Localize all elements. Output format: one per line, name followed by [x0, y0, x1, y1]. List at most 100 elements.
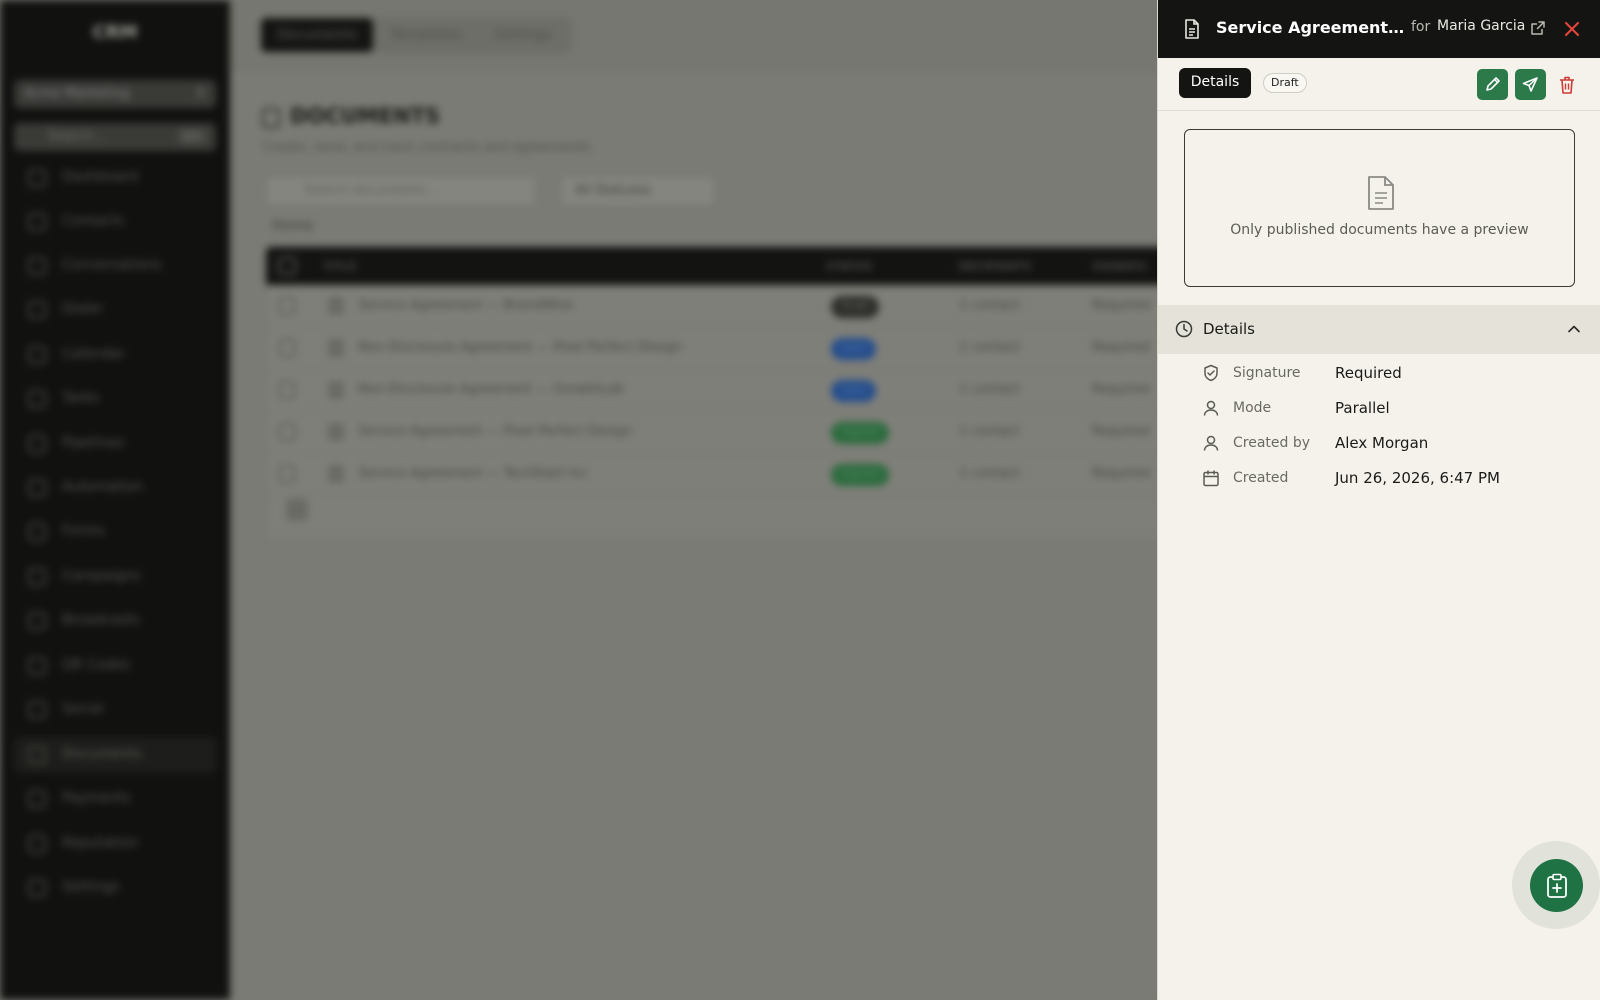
sidebar-item-broadcasts[interactable]: Broadcasts: [14, 603, 216, 639]
share-icon: [28, 701, 46, 719]
column-recipients: RECIPIENTS: [959, 260, 1032, 273]
receipt-icon: [28, 790, 46, 808]
chevron-updown-icon: ⇕: [195, 86, 206, 101]
sidebar-item-settings[interactable]: Settings: [14, 870, 216, 906]
search-shortcut: ⌘K: [177, 129, 206, 144]
sidebar-item-reputation[interactable]: Reputation: [14, 826, 216, 862]
document-icon: [328, 297, 344, 315]
document-icon: [1368, 176, 1394, 210]
mail-icon: [28, 568, 46, 586]
column-signature: SIGNATU: [1092, 260, 1147, 273]
sidebar-item-conversations[interactable]: Conversations: [14, 248, 216, 284]
brand-logo: CRM: [92, 22, 138, 43]
details-section-title: Details: [1203, 320, 1256, 338]
for-label: for: [1411, 19, 1431, 35]
sidebar-item-pipelines[interactable]: Pipelines: [14, 426, 216, 462]
document-icon: [328, 423, 344, 441]
edit-button[interactable]: [1477, 69, 1508, 100]
sidebar-item-automation[interactable]: Automation: [14, 470, 216, 506]
clipboard-fab-button[interactable]: [1530, 859, 1583, 912]
sidebar-item-contacts[interactable]: Contacts: [14, 204, 216, 240]
sidebar-item-dialer[interactable]: Dialer: [14, 292, 216, 328]
detail-label: Mode: [1233, 400, 1272, 416]
row-recipients: 1 contact: [959, 382, 1021, 397]
chevron-up-icon: [1568, 325, 1580, 333]
gear-icon: [28, 879, 46, 897]
close-icon[interactable]: [1561, 18, 1583, 40]
document-icon: [328, 339, 344, 357]
detail-row-created-by: Created by Alex Morgan: [1158, 428, 1600, 458]
sidebar-item-qr-codes[interactable]: QR Codes: [14, 648, 216, 684]
star-icon: [28, 835, 46, 853]
row-checkbox[interactable]: [278, 339, 296, 357]
select-all-checkbox[interactable]: [278, 257, 296, 275]
send-button[interactable]: [1515, 69, 1546, 100]
row-recipients: 1 contact: [959, 340, 1021, 355]
contacts-icon: [28, 213, 46, 231]
sidebar: CRM Acme Marketing ⇕ Search... ⌘K Dashbo…: [0, 0, 230, 1000]
row-recipients: 1 contact: [959, 466, 1021, 481]
send-icon: [1522, 77, 1538, 92]
status-badge: Draft: [831, 296, 879, 318]
detail-value: Required: [1335, 364, 1402, 382]
sidebar-item-dashboard[interactable]: Dashboard: [14, 160, 216, 196]
tab-templates[interactable]: Templates: [378, 18, 474, 52]
row-title: Non-Disclosure Agreement — GrowthLab: [358, 382, 624, 397]
row-title: Service Agreement — BrandWise: [358, 298, 574, 313]
clock-icon: [1175, 320, 1193, 338]
automation-icon: [28, 479, 46, 497]
row-title: Non-Disclosure Agreement — Pixel Perfect…: [358, 340, 683, 355]
page-title: DOCUMENTS: [290, 104, 441, 128]
row-checkbox[interactable]: [278, 465, 296, 483]
columns-toggle-button[interactable]: [286, 499, 308, 521]
drawer-toolbar: Details Draft: [1158, 58, 1600, 111]
details-section-header[interactable]: Details: [1158, 305, 1600, 354]
row-recipients: 1 contact: [959, 424, 1021, 439]
breadcrumb[interactable]: Home: [272, 218, 313, 234]
sidebar-search-input[interactable]: Search... ⌘K: [14, 123, 216, 151]
sidebar-item-calendar[interactable]: Calendar: [14, 337, 216, 373]
document-icon: [328, 381, 344, 399]
row-title: Service Agreement — Pixel Perfect Design: [358, 424, 633, 439]
document-search-input[interactable]: Search documents...: [265, 175, 537, 207]
form-icon: [28, 523, 46, 541]
row-checkbox[interactable]: [278, 423, 296, 441]
contact-link[interactable]: Maria Garcia: [1437, 18, 1525, 34]
detail-value: Parallel: [1335, 399, 1390, 417]
detail-label: Created by: [1233, 435, 1311, 451]
sidebar-search-placeholder: Search...: [48, 129, 106, 144]
detail-label: Created: [1233, 470, 1289, 486]
tab-documents[interactable]: Documents: [261, 18, 373, 52]
trash-icon[interactable]: [1558, 75, 1576, 95]
sidebar-item-payments[interactable]: Payments: [14, 781, 216, 817]
detail-value: Alex Morgan: [1335, 434, 1429, 452]
mobile-icon: [28, 612, 46, 630]
row-signature: Required: [1092, 340, 1150, 355]
status-filter-select[interactable]: All Statuses: [560, 175, 716, 207]
sidebar-item-campaigns[interactable]: Campaigns: [14, 559, 216, 595]
detail-value: Jun 26, 2026, 6:47 PM: [1335, 469, 1500, 487]
phone-icon: [28, 301, 46, 319]
sidebar-item-social[interactable]: Social: [14, 692, 216, 728]
detail-row-signature: Signature Required: [1158, 358, 1600, 388]
row-checkbox[interactable]: [278, 381, 296, 399]
row-checkbox[interactable]: [278, 297, 296, 315]
row-signature: Required: [1092, 424, 1150, 439]
account-switcher[interactable]: Acme Marketing ⇕: [14, 80, 216, 108]
pencil-icon: [1486, 77, 1500, 91]
tab-settings[interactable]: Settings: [478, 18, 568, 52]
user-icon: [1203, 435, 1219, 451]
sidebar-item-documents[interactable]: Documents: [14, 737, 216, 773]
document-search-placeholder: Search documents...: [304, 183, 438, 198]
document-preview: Only published documents have a preview: [1184, 129, 1575, 287]
status-badge: Signed: [831, 464, 889, 486]
user-icon: [1203, 400, 1219, 416]
dashboard-icon: [28, 169, 46, 187]
tab-details[interactable]: Details: [1179, 68, 1251, 98]
detail-row-mode: Mode Parallel: [1158, 393, 1600, 423]
documents-icon: [262, 108, 280, 128]
sidebar-item-tasks[interactable]: Tasks: [14, 381, 216, 417]
external-link-icon[interactable]: [1530, 20, 1546, 36]
status-badge: Signed: [831, 422, 889, 444]
sidebar-item-forms[interactable]: Forms: [14, 514, 216, 550]
